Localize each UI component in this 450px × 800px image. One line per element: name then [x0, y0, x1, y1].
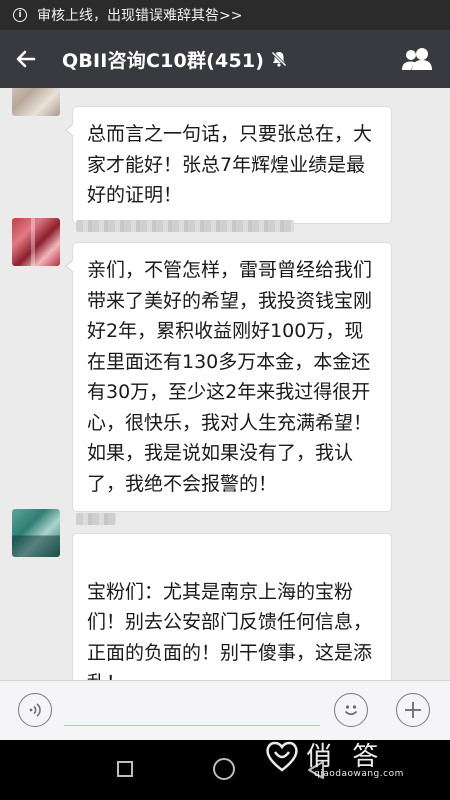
message-text: 亲们，不管怎样，雷哥曾经给我们带来了美好的希望，我投资钱宝刚好2年，累积收益刚好…	[87, 259, 373, 495]
mute-bell-icon	[270, 50, 288, 68]
smiley-icon	[344, 705, 358, 716]
message-list[interactable]: 总而言之一句话，只要张总在，大家才能好！张总7年辉煌业绩是最好的证明！ 亲们，不…	[0, 88, 450, 680]
home-button[interactable]	[213, 758, 235, 780]
notice-bar[interactable]: i 审核上线，出现错误难辞其咎>>	[0, 0, 450, 30]
watermark-logo: 俏 答 qiaodaowang.com	[258, 730, 408, 790]
message-input[interactable]	[64, 725, 320, 726]
avatar[interactable]	[12, 218, 60, 266]
message-bubble[interactable]: 总而言之一句话，只要张总在，大家才能好！张总7年辉煌业绩是最好的证明！	[65, 106, 392, 224]
group-members-button[interactable]	[394, 30, 440, 88]
recent-apps-button[interactable]	[117, 761, 133, 777]
arrow-left-icon	[16, 50, 36, 68]
emoji-button[interactable]	[334, 693, 368, 727]
sender-name	[76, 513, 116, 525]
message-text: 总而言之一句话，只要张总在，大家才能好！张总7年辉煌业绩是最好的证明！	[87, 123, 373, 206]
avatar[interactable]	[12, 509, 60, 557]
message-bubble[interactable]: 宝粉们：尤其是南京上海的宝粉们！别去公安部门反馈任何信息，正面的负面的！别干傻事…	[72, 533, 392, 680]
chat-header: QBII咨询C10群(451)	[0, 30, 450, 88]
notice-text: 审核上线，出现错误难辞其咎>>	[37, 8, 243, 24]
info-icon: i	[13, 8, 27, 22]
voice-button[interactable]	[18, 693, 52, 727]
more-button[interactable]	[396, 693, 430, 727]
group-icon	[402, 48, 432, 70]
back-button[interactable]	[0, 30, 52, 88]
message-bubble[interactable]: 亲们，不管怎样，雷哥曾经给我们带来了美好的希望，我投资钱宝刚好2年，累积收益刚好…	[65, 242, 392, 512]
watermark-url: qiaodaowang.com	[314, 769, 404, 779]
plus-icon	[405, 702, 421, 718]
watermark-text: 俏 答	[306, 742, 385, 772]
wechat-group-chat-screen: i 审核上线，出现错误难辞其咎>> QBII咨询C10群(451) 总而言之一句…	[0, 0, 450, 800]
avatar[interactable]	[12, 88, 60, 116]
voice-icon	[29, 703, 41, 717]
chat-title: QBII咨询C10群(451)	[62, 49, 265, 72]
heart-logo-icon	[266, 741, 298, 772]
message-text: 宝粉们：尤其是南京上海的宝粉们！别去公安部门反馈任何信息，正面的负面的！别干傻事…	[87, 580, 373, 681]
sender-name	[76, 220, 294, 232]
